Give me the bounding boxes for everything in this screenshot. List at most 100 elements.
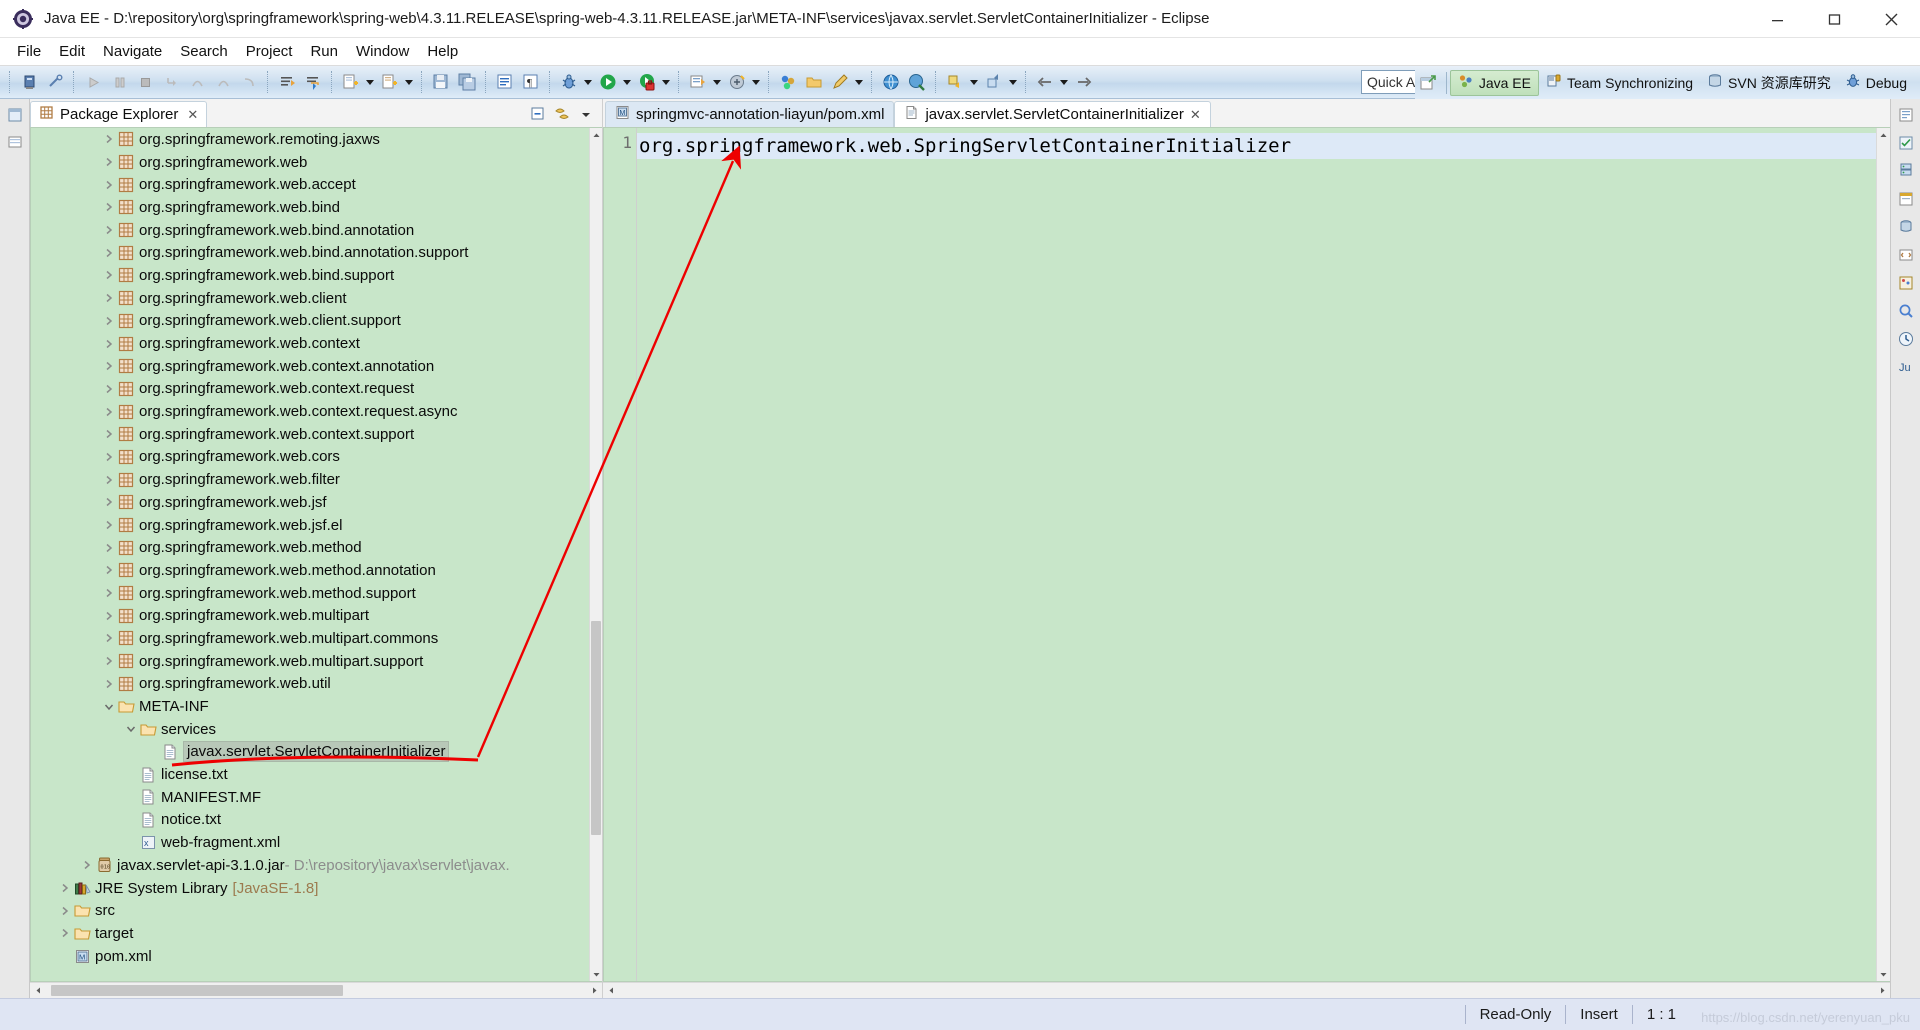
scroll-up-icon[interactable] — [1877, 128, 1890, 142]
new-java-project-dropdown-arrow[interactable] — [403, 70, 414, 94]
tree-vertical-scrollbar[interactable] — [589, 128, 602, 981]
chevron-right-icon[interactable] — [101, 452, 117, 462]
debug-dropdown-arrow[interactable] — [582, 70, 593, 94]
chevron-right-icon[interactable] — [101, 565, 117, 575]
tree-horizontal-scrollbar[interactable] — [30, 982, 602, 998]
chevron-right-icon[interactable] — [101, 248, 117, 258]
tab-package-explorer[interactable]: Package Explorer ✕ — [30, 101, 208, 127]
tree-item[interactable]: MANIFEST.MF — [31, 786, 589, 809]
tree-item[interactable]: org.springframework.web.context.annotati… — [31, 355, 589, 378]
tree-item[interactable]: META-INF — [31, 695, 589, 718]
chevron-right-icon[interactable] — [101, 520, 117, 530]
chevron-right-icon[interactable] — [101, 134, 117, 144]
maximize-button[interactable] — [1806, 0, 1863, 38]
perspective-java-ee[interactable]: Java EE — [1449, 69, 1539, 96]
browser-run-icon[interactable] — [905, 70, 929, 94]
coverage-dropdown-arrow[interactable] — [711, 70, 722, 94]
collapse-all-icon[interactable] — [528, 104, 548, 124]
external-tools-icon[interactable] — [725, 70, 749, 94]
editor-code-pane[interactable]: org.springframework.web.SpringServletCon… — [637, 128, 1876, 981]
open-folder-icon[interactable] — [802, 70, 826, 94]
tree-item[interactable]: org.springframework.web.client.support — [31, 310, 589, 333]
terminate-icon[interactable] — [133, 70, 157, 94]
chevron-right-icon[interactable] — [101, 543, 117, 553]
globe-icon[interactable] — [879, 70, 903, 94]
save-icon[interactable] — [429, 70, 453, 94]
tree-item[interactable]: org.springframework.web.jsf — [31, 491, 589, 514]
drop-to-frame-icon[interactable] — [237, 70, 261, 94]
prev-annotation-dropdown-arrow[interactable] — [1007, 70, 1018, 94]
perspective-team-synchronizing[interactable]: Team Synchronizing — [1539, 70, 1700, 96]
back-dropdown-arrow[interactable] — [1058, 70, 1069, 94]
markers-view-icon[interactable] — [4, 131, 26, 153]
tree-hscroll-thumb[interactable] — [51, 985, 343, 996]
chevron-down-icon[interactable] — [101, 702, 117, 712]
chevron-right-icon[interactable] — [57, 906, 73, 916]
next-annotation-dropdown-arrow[interactable] — [968, 70, 979, 94]
back-arrow-icon[interactable] — [1033, 70, 1057, 94]
tree-item[interactable]: src — [31, 899, 589, 922]
new-wizard-dropdown-arrow[interactable] — [364, 70, 375, 94]
servers-view-icon[interactable] — [1895, 160, 1917, 182]
close-icon[interactable]: ✕ — [1190, 107, 1201, 123]
tree-item[interactable]: org.springframework.web.bind.support — [31, 264, 589, 287]
tree-item[interactable]: org.springframework.web.context.request.… — [31, 400, 589, 423]
chevron-right-icon[interactable] — [57, 928, 73, 938]
code-line[interactable]: org.springframework.web.SpringServletCon… — [637, 133, 1876, 159]
tree-item[interactable]: org.springframework.web.client — [31, 287, 589, 310]
tree-item[interactable]: org.springframework.web.filter — [31, 468, 589, 491]
step-into-icon[interactable] — [159, 70, 183, 94]
tree-item-selected[interactable]: javax.servlet.ServletContainerInitialize… — [31, 741, 589, 764]
data-source-icon[interactable] — [1895, 216, 1917, 238]
new-server-icon[interactable] — [17, 70, 41, 94]
perspective-svn-repository[interactable]: SVN 资源库研究 — [1700, 70, 1838, 96]
tree-item[interactable]: org.springframework.web.bind.annotation — [31, 219, 589, 242]
chevron-right-icon[interactable] — [101, 407, 117, 417]
chevron-right-icon[interactable] — [57, 883, 73, 893]
history-view-icon[interactable] — [1895, 328, 1917, 350]
next-annotation-icon[interactable] — [943, 70, 967, 94]
scroll-down-icon[interactable] — [1877, 967, 1890, 981]
tree-item[interactable]: 010 javax.servlet-api-3.1.0.jar - D:\repo… — [31, 854, 589, 877]
chevron-right-icon[interactable] — [101, 679, 117, 689]
debug-icon[interactable] — [557, 70, 581, 94]
save-all-icon[interactable] — [455, 70, 479, 94]
edit-pencil-icon[interactable] — [828, 70, 852, 94]
tree-item[interactable]: org.springframework.web — [31, 151, 589, 174]
chevron-right-icon[interactable] — [101, 202, 117, 212]
chevron-right-icon[interactable] — [101, 316, 117, 326]
tree-item[interactable]: org.springframework.web.cors — [31, 446, 589, 469]
chevron-right-icon[interactable] — [101, 339, 117, 349]
chevron-down-icon[interactable] — [123, 724, 139, 734]
suspend-icon[interactable] — [107, 70, 131, 94]
editor-scroll-track[interactable] — [1877, 142, 1890, 967]
toggle-marks-icon[interactable]: ¶ — [519, 70, 543, 94]
view-menu-icon[interactable] — [576, 104, 596, 124]
close-icon[interactable]: ✕ — [187, 107, 198, 123]
open-perspective-button[interactable] — [1415, 70, 1441, 96]
run-dropdown-arrow[interactable] — [621, 70, 632, 94]
snippets-view-icon[interactable] — [1895, 244, 1917, 266]
chevron-right-icon[interactable] — [101, 611, 117, 621]
editor-hscroll-track[interactable] — [619, 983, 1874, 998]
menu-file[interactable]: File — [8, 40, 50, 63]
scroll-left-icon[interactable] — [30, 983, 46, 999]
restore-view-icon[interactable] — [4, 104, 26, 126]
edit-dropdown-arrow[interactable] — [853, 70, 864, 94]
menu-navigate[interactable]: Navigate — [94, 40, 171, 63]
menu-edit[interactable]: Edit — [50, 40, 94, 63]
run-icon[interactable] — [596, 70, 620, 94]
tree-item[interactable]: Mpom.xml — [31, 945, 589, 968]
chevron-right-icon[interactable] — [101, 157, 117, 167]
menu-run[interactable]: Run — [301, 40, 347, 63]
tree-item[interactable]: services — [31, 718, 589, 741]
chevron-right-icon[interactable] — [101, 270, 117, 280]
tree-item[interactable]: org.springframework.web.bind.annotation.… — [31, 241, 589, 264]
chevron-right-icon[interactable] — [101, 180, 117, 190]
resume-icon[interactable] — [81, 70, 105, 94]
run-external-dropdown-arrow[interactable] — [660, 70, 671, 94]
tree-item[interactable]: notice.txt — [31, 809, 589, 832]
tree-item[interactable]: org.springframework.web.multipart — [31, 604, 589, 627]
tree-item[interactable]: org.springframework.web.accept — [31, 173, 589, 196]
new-wizard-icon[interactable] — [339, 70, 363, 94]
